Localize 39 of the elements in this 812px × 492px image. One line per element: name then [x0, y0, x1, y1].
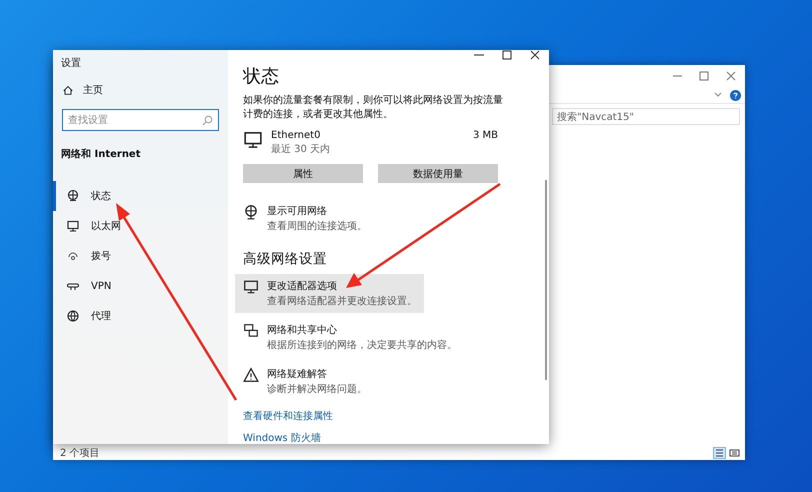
page-heading: 状态	[243, 65, 280, 88]
intro-text: 如果你的流量套餐有限制，则你可以将此网络设置为按流量计费的连接，或者更改其他属性。	[243, 94, 504, 122]
help-icon[interactable]	[730, 90, 741, 100]
monitor-icon	[243, 279, 259, 295]
action-button[interactable]: 属性	[243, 164, 363, 183]
section-heading: 高级网络设置	[243, 250, 328, 268]
settings-link-item[interactable]: 网络和共享中心 根据所连接到的网络，决定要共享的内容。	[235, 318, 549, 357]
search-field[interactable]: 搜索"Navcat15"	[552, 108, 740, 125]
window-title: 设置	[60, 56, 82, 71]
tiles-view-icon[interactable]	[728, 446, 741, 458]
globe-icon	[243, 204, 259, 220]
usage-period: 最近 30 天内	[271, 142, 332, 156]
warning-icon	[243, 367, 259, 383]
section-title: 网络和 Internet	[60, 148, 142, 162]
settings-link[interactable]: 查看硬件和连接属性	[243, 409, 333, 423]
show-networks-item[interactable]: 显示可用网络 查看周围的连接选项。	[235, 199, 432, 238]
globe-monitor-icon	[66, 189, 80, 203]
nav-item[interactable]: VPN	[53, 271, 228, 301]
monitor-icon	[66, 219, 80, 233]
search-icon	[202, 114, 213, 126]
settings-link[interactable]: Windows 防火墙	[243, 431, 321, 444]
search-field[interactable]: 查找设置	[62, 109, 219, 131]
nav-item[interactable]: 代理	[53, 301, 228, 331]
adapter-name: Ethernet0	[271, 130, 322, 141]
home-icon	[62, 84, 74, 96]
monitor-icon	[243, 130, 263, 150]
globe-icon	[66, 309, 80, 323]
settings-link-item[interactable]: 网络疑难解答 诊断并解决网络问题。	[235, 362, 549, 401]
home-nav-item[interactable]: 主页	[53, 82, 228, 98]
nav-item[interactable]: 拨号	[53, 241, 228, 271]
action-button[interactable]: 数据使用量	[378, 164, 498, 183]
usage-amount: 3 MB	[472, 130, 498, 141]
nav-item[interactable]: 以太网	[53, 211, 228, 241]
settings-link-item[interactable]: 更改适配器选项 查看网络适配器并更改连接设置。	[235, 274, 424, 313]
computers-icon	[243, 323, 259, 339]
status-text: 2 个项目	[60, 446, 100, 460]
details-view-icon[interactable]	[713, 446, 726, 458]
chevron-down-icon[interactable]	[714, 92, 722, 98]
scrollbar[interactable]	[545, 180, 547, 380]
